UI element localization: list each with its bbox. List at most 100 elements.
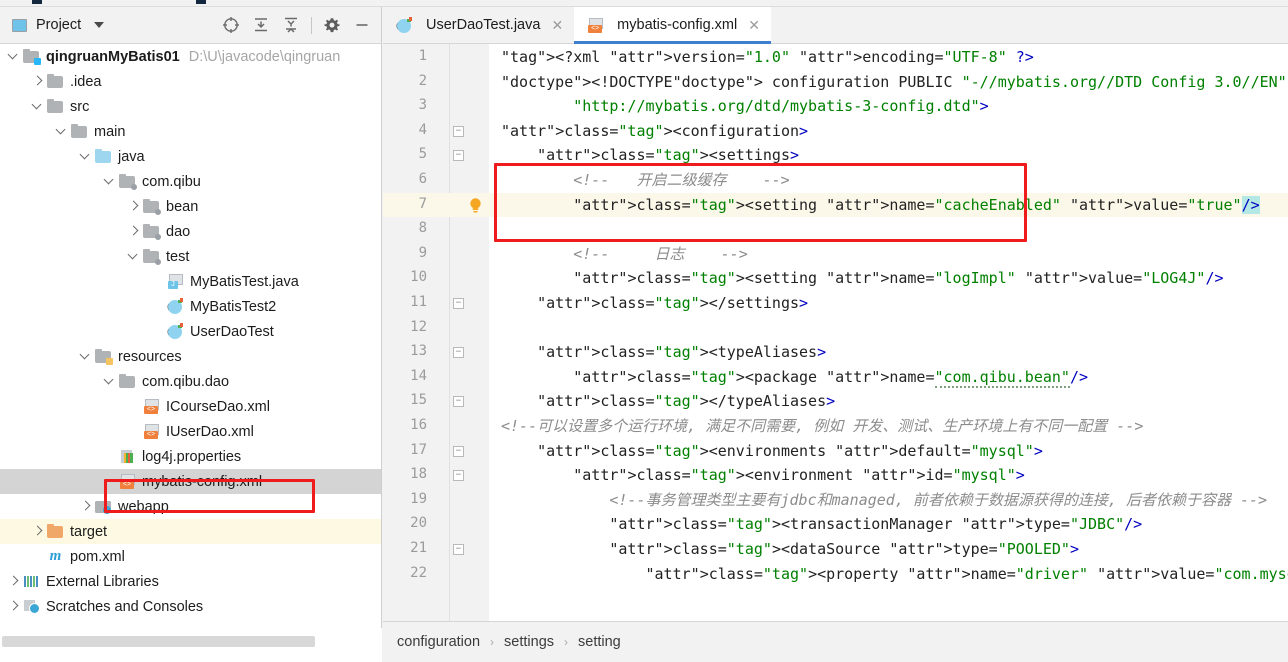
code-line-6[interactable]: <!-- 开启二级缓存 --> (489, 168, 1288, 193)
fold-marker-icon[interactable] (453, 125, 464, 137)
editor-tab-mybatis-config-xml[interactable]: mybatis-config.xml ✕ (574, 7, 771, 44)
gutter-line-4[interactable]: 4 (383, 119, 489, 144)
code-line-13[interactable]: "attr">class="tag"><typeAliases> (489, 340, 1288, 365)
code-line-3[interactable]: "http://mybatis.org/dtd/mybatis-3-config… (489, 94, 1288, 119)
tree-node-resources[interactable]: resources (0, 344, 381, 369)
fold-marker-icon[interactable] (453, 150, 464, 162)
code-line-20[interactable]: "attr">class="tag"><transactionManager "… (489, 512, 1288, 537)
chevron-right-icon[interactable] (128, 201, 139, 212)
gutter-line-10[interactable]: 10 (383, 266, 489, 291)
tree-node-webapp[interactable]: webapp (0, 494, 381, 519)
chevron-right-icon[interactable] (128, 226, 139, 237)
tree-node-scratches-and-consoles[interactable]: Scratches and Consoles (0, 594, 381, 619)
code-editor[interactable]: 12345678910111213141516171819202122 "tag… (383, 44, 1288, 621)
code-line-19[interactable]: <!--事务管理类型主要有jdbc和managed, 前者依赖于数据源获得的连接… (489, 488, 1288, 513)
minimize-icon[interactable] (347, 10, 377, 40)
gutter-line-9[interactable]: 9 (383, 242, 489, 267)
scrollbar-thumb[interactable] (2, 636, 315, 647)
code-line-2[interactable]: "doctype"><!DOCTYPE"doctype"> configurat… (489, 70, 1288, 95)
chevron-right-icon[interactable] (32, 526, 43, 537)
fold-marker-icon[interactable] (453, 298, 464, 309)
code-line-4[interactable]: "attr">class="tag"><configuration> (489, 119, 1288, 144)
close-icon[interactable]: ✕ (551, 17, 563, 34)
fold-marker-icon[interactable] (453, 544, 464, 555)
fold-marker-icon[interactable] (453, 445, 464, 457)
editor-gutter[interactable]: 12345678910111213141516171819202122 (383, 44, 489, 621)
project-tree[interactable]: qingruanMyBatis01 D:\U\javacode\qingruan.… (0, 44, 381, 628)
breadcrumb-item-settings[interactable]: settings (504, 634, 554, 650)
collapse-all-icon[interactable] (276, 10, 306, 40)
tree-node-mybatistest-java[interactable]: MyBatisTest.java (0, 269, 381, 294)
gutter-line-7[interactable]: 7 (383, 192, 489, 218)
breadcrumb[interactable]: configuration › settings › setting (383, 621, 1288, 662)
gutter-line-16[interactable]: 16 (383, 414, 489, 439)
gutter-line-17[interactable]: 17 (383, 439, 489, 464)
menu-item-sliver-2[interactable] (196, 0, 206, 4)
code-line-10[interactable]: "attr">class="tag"><setting "attr">name=… (489, 266, 1288, 291)
code-line-12[interactable] (489, 316, 1288, 341)
code-line-11[interactable]: "attr">class="tag"></settings> (489, 291, 1288, 316)
code-line-22[interactable]: "attr">class="tag"><property "attr">name… (489, 562, 1288, 587)
tree-node-icoursedao-xml[interactable]: ICourseDao.xml (0, 394, 381, 419)
chevron-right-icon[interactable] (8, 576, 19, 587)
gutter-line-20[interactable]: 20 (383, 512, 489, 537)
tree-node-dao[interactable]: dao (0, 219, 381, 244)
code-line-15[interactable]: "attr">class="tag"></typeAliases> (489, 389, 1288, 414)
chevron-right-icon[interactable] (80, 501, 91, 512)
gutter-line-21[interactable]: 21 (383, 537, 489, 562)
locate-file-icon[interactable] (216, 10, 246, 40)
gutter-line-11[interactable]: 11 (383, 291, 489, 316)
code-line-14[interactable]: "attr">class="tag"><package "attr">name=… (489, 365, 1288, 390)
gutter-line-2[interactable]: 2 (383, 70, 489, 95)
gutter-line-15[interactable]: 15 (383, 389, 489, 414)
fold-marker-icon[interactable] (453, 470, 464, 482)
gutter-line-13[interactable]: 13 (383, 340, 489, 365)
chevron-right-icon[interactable] (32, 76, 43, 87)
tree-node-log4j-properties[interactable]: log4j.properties (0, 444, 381, 469)
tree-node-java[interactable]: java (0, 144, 381, 169)
chevron-down-icon[interactable] (94, 22, 105, 28)
tree-node--idea[interactable]: .idea (0, 69, 381, 94)
tree-node-com-qibu-dao[interactable]: com.qibu.dao (0, 369, 381, 394)
code-line-16[interactable]: <!--可以设置多个运行环境, 满足不同需要, 例如 开发、测试、生产环境上有不… (489, 414, 1288, 439)
gutter-line-18[interactable]: 18 (383, 463, 489, 488)
tree-node-mybatistest2[interactable]: c MyBatisTest2 (0, 294, 381, 319)
gear-icon[interactable] (317, 10, 347, 40)
expand-all-icon[interactable] (246, 10, 276, 40)
code-line-9[interactable]: <!-- 日志 --> (489, 242, 1288, 267)
gutter-line-1[interactable]: 1 (383, 45, 489, 70)
tree-node-pom-xml[interactable]: m pom.xml (0, 544, 381, 569)
close-icon[interactable]: ✕ (748, 17, 760, 34)
tree-node-test[interactable]: test (0, 244, 381, 269)
tree-node-src[interactable]: src (0, 94, 381, 119)
menu-item-sliver-1[interactable] (32, 0, 42, 4)
chevron-down-icon[interactable] (8, 51, 19, 62)
code-line-5[interactable]: "attr">class="tag"><settings> (489, 143, 1288, 168)
tree-node-external-libraries[interactable]: External Libraries (0, 569, 381, 594)
gutter-line-6[interactable]: 6 (383, 168, 489, 193)
code-line-1[interactable]: "tag"><?xml "attr">version="1.0" "attr">… (489, 45, 1288, 70)
code-line-18[interactable]: "attr">class="tag"><environment "attr">i… (489, 463, 1288, 488)
chevron-down-icon[interactable] (104, 176, 115, 187)
tree-node-iuserdao-xml[interactable]: IUserDao.xml (0, 419, 381, 444)
chevron-down-icon[interactable] (32, 101, 43, 112)
gutter-line-3[interactable]: 3 (383, 94, 489, 119)
tree-node-userdaotest[interactable]: c UserDaoTest (0, 319, 381, 344)
fold-marker-icon[interactable] (453, 347, 464, 359)
gutter-line-14[interactable]: 14 (383, 365, 489, 390)
gutter-line-12[interactable]: 12 (383, 316, 489, 341)
gutter-line-8[interactable]: 8 (383, 217, 489, 242)
chevron-down-icon[interactable] (56, 126, 67, 137)
code-lines[interactable]: "tag"><?xml "attr">version="1.0" "attr">… (489, 44, 1288, 621)
code-line-8[interactable] (489, 217, 1288, 242)
editor-tab-userdaotest-java[interactable]: c UserDaoTest.java ✕ (383, 7, 574, 43)
tree-node-target[interactable]: target (0, 519, 381, 544)
chevron-down-icon[interactable] (128, 251, 139, 262)
chevron-right-icon[interactable] (8, 601, 19, 612)
tree-node-mybatis-config-xml[interactable]: mybatis-config.xml (0, 469, 381, 494)
tree-node-main[interactable]: main (0, 119, 381, 144)
gutter-line-22[interactable]: 22 (383, 562, 489, 587)
gutter-line-5[interactable]: 5 (383, 143, 489, 168)
lightbulb-icon[interactable] (468, 197, 483, 214)
project-tree-hscrollbar[interactable] (0, 628, 382, 662)
